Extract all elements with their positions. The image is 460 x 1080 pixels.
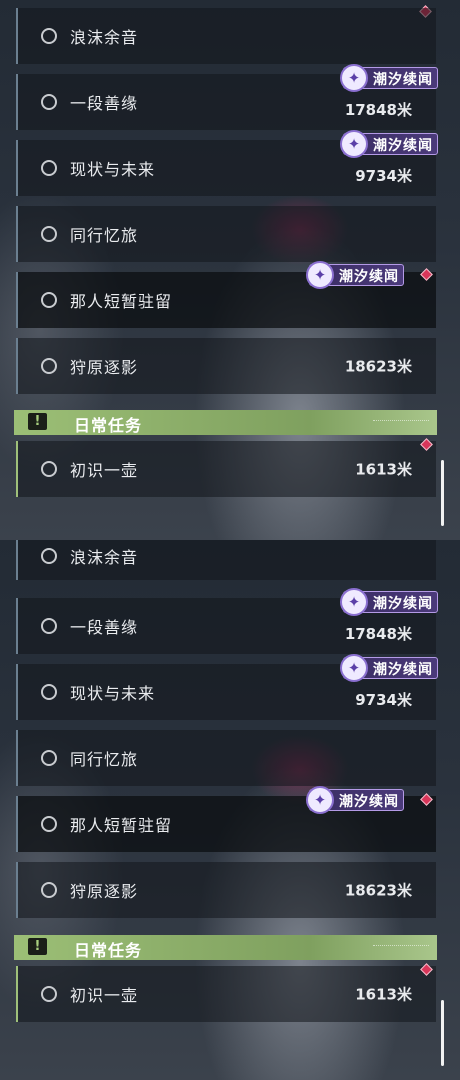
- badge-label: 潮汐续闻: [373, 72, 433, 88]
- exclamation-icon: !: [28, 938, 47, 955]
- quest-distance: 17848米: [344, 101, 412, 119]
- quest-name: 狩原逐影: [70, 882, 139, 901]
- radio-circle-icon[interactable]: [41, 160, 57, 176]
- quest-name: 一段善缘: [70, 618, 139, 637]
- radio-circle-icon[interactable]: [41, 358, 57, 374]
- event-badge: ✦ 潮汐续闻: [340, 654, 438, 682]
- daily-quest-header: ! 日常任务: [14, 935, 437, 960]
- quest-distance: 9734米: [355, 691, 412, 709]
- quest-name: 狩原逐影: [70, 358, 139, 377]
- radio-circle-icon[interactable]: [41, 461, 57, 477]
- quest-distance: 9734米: [355, 167, 412, 185]
- daily-quest-row[interactable]: 初识一壶 1613米: [16, 966, 436, 1022]
- radio-circle-icon[interactable]: [41, 226, 57, 242]
- quest-name: 同行忆旅: [70, 750, 139, 769]
- quest-row[interactable]: 浪沫余音: [16, 8, 436, 64]
- section-title: 日常任务: [74, 941, 143, 960]
- quest-distance: 1613米: [355, 985, 412, 1004]
- badge-label: 潮汐续闻: [339, 794, 399, 810]
- quest-row[interactable]: 同行忆旅: [16, 730, 436, 786]
- quest-row[interactable]: 狩原逐影 18623米: [16, 862, 436, 918]
- event-badge: ✦ 潮汐续闻: [340, 64, 438, 92]
- badge-label: 潮汐续闻: [373, 596, 433, 612]
- event-badge: ✦ 潮汐续闻: [306, 261, 404, 289]
- header-decoration: [373, 420, 429, 424]
- daily-quest-row[interactable]: 初识一壶 1613米: [16, 441, 436, 497]
- event-badge: ✦ 潮汐续闻: [340, 130, 438, 158]
- event-badge: ✦ 潮汐续闻: [340, 588, 438, 616]
- radio-circle-icon[interactable]: [41, 28, 57, 44]
- radio-circle-icon[interactable]: [41, 94, 57, 110]
- quest-name: 那人短暂驻留: [70, 292, 173, 311]
- event-badge: ✦ 潮汐续闻: [306, 786, 404, 814]
- radio-circle-icon[interactable]: [41, 684, 57, 700]
- quest-name: 浪沫余音: [70, 548, 139, 567]
- section-title: 日常任务: [74, 416, 143, 435]
- tide-swirl-icon: ✦: [340, 654, 368, 682]
- quest-name: 同行忆旅: [70, 226, 139, 245]
- quest-name: 浪沫余音: [70, 28, 139, 47]
- quest-list-panel: 浪沫余音 一段善缘 17848米 ✦ 潮汐续闻 现状与未来 9734米 ✦ 潮汐…: [0, 0, 460, 540]
- tide-swirl-icon: ✦: [306, 786, 334, 814]
- scrollbar[interactable]: [441, 460, 444, 526]
- quest-row[interactable]: 浪沫余音: [16, 540, 436, 580]
- badge-label: 潮汐续闻: [373, 138, 433, 154]
- radio-circle-icon[interactable]: [41, 882, 57, 898]
- radio-circle-icon[interactable]: [41, 618, 57, 634]
- radio-circle-icon[interactable]: [41, 816, 57, 832]
- radio-circle-icon[interactable]: [41, 548, 57, 564]
- quest-row[interactable]: 同行忆旅: [16, 206, 436, 262]
- quest-name: 现状与未来: [70, 684, 156, 703]
- tide-swirl-icon: ✦: [306, 261, 334, 289]
- quest-distance: 17848米: [344, 625, 412, 643]
- daily-quest-header: ! 日常任务: [14, 410, 437, 435]
- quest-list-panel: 浪沫余音 一段善缘 17848米 ✦ 潮汐续闻 现状与未来 9734米 ✦ 潮汐…: [0, 540, 460, 1080]
- quest-name: 初识一壶: [70, 461, 139, 480]
- tide-swirl-icon: ✦: [340, 130, 368, 158]
- radio-circle-icon[interactable]: [41, 986, 57, 1002]
- quest-distance: 18623米: [344, 881, 412, 900]
- quest-distance: 18623米: [344, 357, 412, 376]
- quest-name: 那人短暂驻留: [70, 816, 173, 835]
- tide-swirl-icon: ✦: [340, 588, 368, 616]
- badge-label: 潮汐续闻: [339, 269, 399, 285]
- exclamation-icon: !: [28, 413, 47, 430]
- radio-circle-icon[interactable]: [41, 292, 57, 308]
- quest-name: 初识一壶: [70, 986, 139, 1005]
- badge-label: 潮汐续闻: [373, 662, 433, 678]
- quest-distance: 1613米: [355, 460, 412, 479]
- tide-swirl-icon: ✦: [340, 64, 368, 92]
- header-decoration: [373, 945, 429, 949]
- radio-circle-icon[interactable]: [41, 750, 57, 766]
- scrollbar[interactable]: [441, 1000, 444, 1066]
- quest-name: 一段善缘: [70, 94, 139, 113]
- quest-row[interactable]: 狩原逐影 18623米: [16, 338, 436, 394]
- quest-name: 现状与未来: [70, 160, 156, 179]
